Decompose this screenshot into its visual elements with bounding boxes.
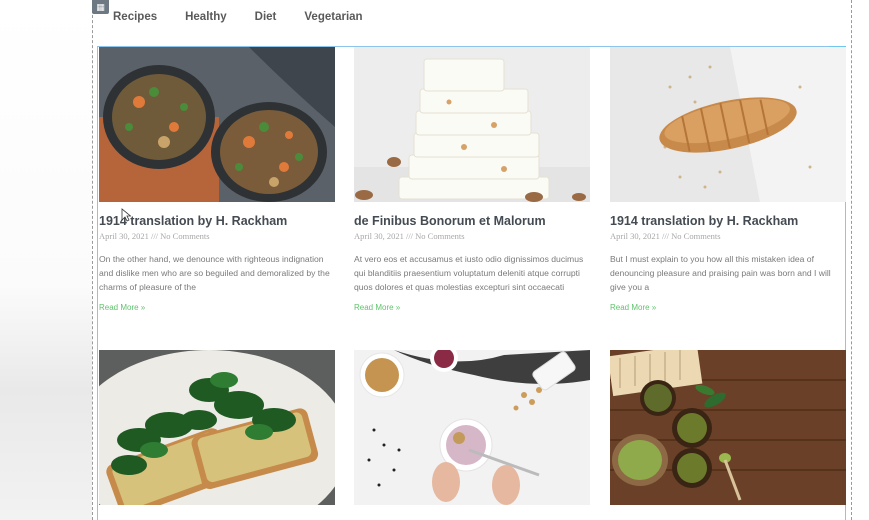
white-chocolate-image[interactable] <box>354 47 590 202</box>
section-guide-right <box>851 0 852 520</box>
mouse-cursor-icon <box>121 208 131 222</box>
spinach-toast-image[interactable] <box>99 350 335 505</box>
post-title[interactable]: 1914 translation by H. Rackham <box>99 214 335 229</box>
post-card <box>99 350 335 505</box>
post-meta: April 30, 2021 /// No Comments <box>610 231 846 242</box>
post-comments[interactable]: No Comments <box>415 231 464 241</box>
read-more-link[interactable]: Read More » <box>354 303 400 312</box>
category-nav: Recipes Healthy Diet Vegetarian <box>113 11 391 23</box>
bread-loaf-image[interactable] <box>610 47 846 202</box>
post-title[interactable]: de Finibus Bonorum et Malorum <box>354 214 590 229</box>
post-comments[interactable]: No Comments <box>160 231 209 241</box>
meta-separator: /// <box>405 231 414 241</box>
section-guide-left <box>92 0 93 520</box>
post-meta: April 30, 2021 /// No Comments <box>354 231 590 242</box>
read-more-link[interactable]: Read More » <box>99 303 145 312</box>
matcha-tea-image[interactable] <box>610 350 846 505</box>
post-card: 1914 translation by H. Rackham April 30,… <box>99 47 335 315</box>
post-card: de Finibus Bonorum et Malorum April 30, … <box>354 47 590 315</box>
post-comments[interactable]: No Comments <box>671 231 720 241</box>
nav-item-vegetarian[interactable]: Vegetarian <box>304 11 362 23</box>
post-meta: April 30, 2021 /// No Comments <box>99 231 335 242</box>
food-bowls-image[interactable] <box>99 47 335 202</box>
smoothie-bowl-image[interactable] <box>354 350 590 505</box>
section-handle-icon[interactable]: ▦ <box>92 0 109 14</box>
post-date: April 30, 2021 <box>610 231 660 241</box>
meta-separator: /// <box>661 231 670 241</box>
nav-item-healthy[interactable]: Healthy <box>185 11 227 23</box>
post-date: April 30, 2021 <box>354 231 404 241</box>
meta-separator: /// <box>150 231 159 241</box>
post-card <box>610 350 846 505</box>
nav-item-recipes[interactable]: Recipes <box>113 11 157 23</box>
post-date: April 30, 2021 <box>99 231 149 241</box>
post-excerpt: On the other hand, we denounce with righ… <box>99 254 330 292</box>
post-excerpt: But I must explain to you how all this m… <box>610 254 831 292</box>
left-background <box>0 0 92 520</box>
post-excerpt: At vero eos et accusamus et iusto odio d… <box>354 254 584 292</box>
post-card: 1914 translation by H. Rackham April 30,… <box>610 47 846 315</box>
post-title[interactable]: 1914 translation by H. Rackham <box>610 214 846 229</box>
post-card <box>354 350 590 505</box>
read-more-link[interactable]: Read More » <box>610 303 656 312</box>
nav-item-diet[interactable]: Diet <box>255 11 277 23</box>
